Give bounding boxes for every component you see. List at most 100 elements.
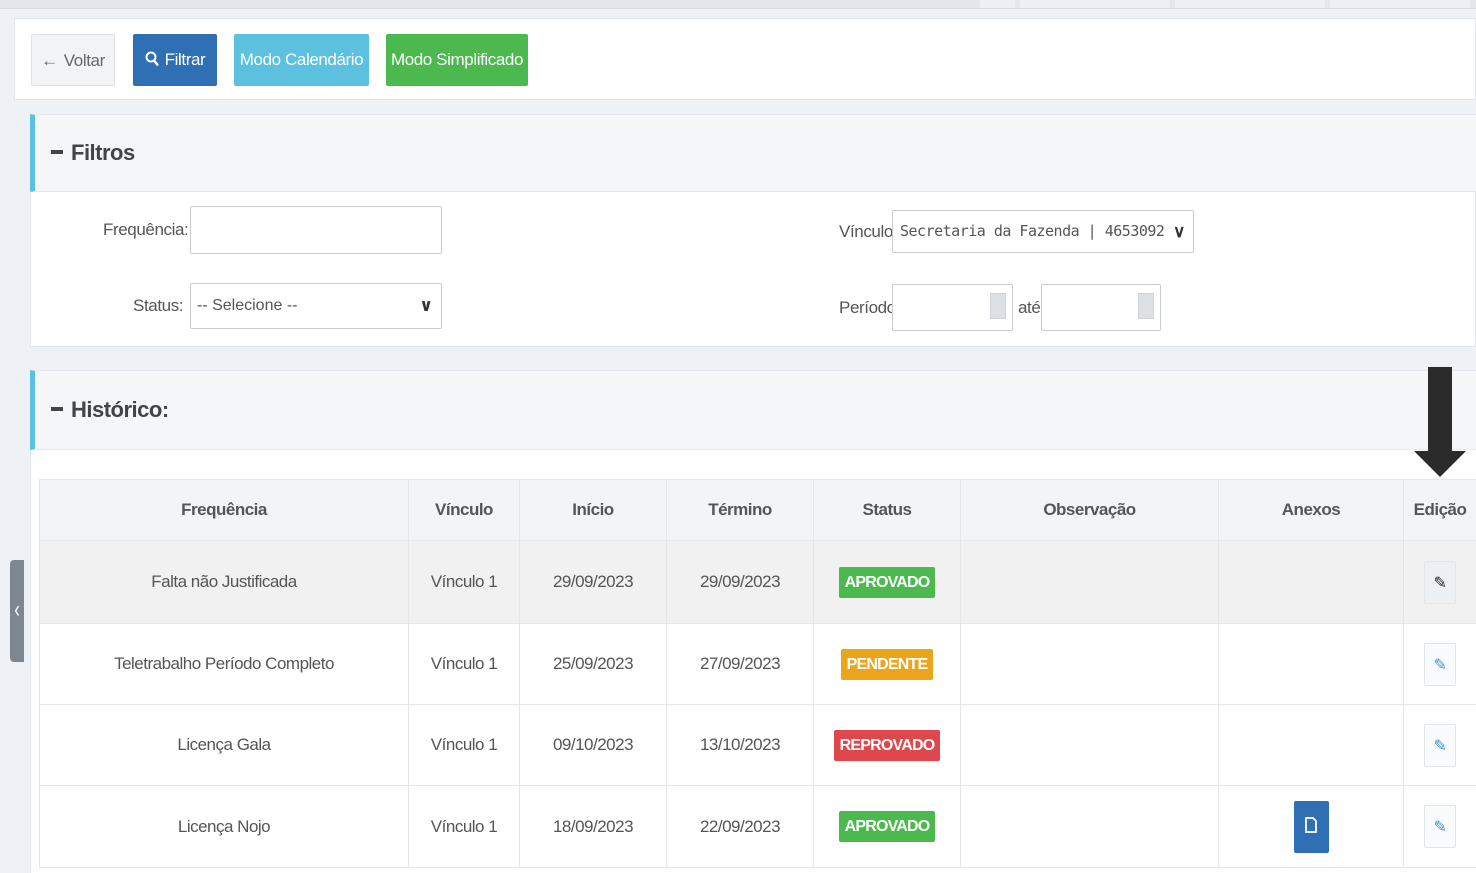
history-table: Frequência Vínculo Início Término Status… (39, 479, 1476, 868)
status-badge: APROVADO (838, 566, 936, 598)
status-label: Status: (133, 296, 184, 315)
pencil-icon: ✎ (1433, 819, 1447, 836)
chevron-down-icon: ∨ (1173, 222, 1185, 241)
inicio-cell: 25/09/2023 (519, 623, 667, 705)
filters-panel-header[interactable]: Filtros (30, 114, 1476, 192)
column-header[interactable]: Frequência (39, 479, 409, 541)
arrow-down-icon (1414, 367, 1466, 477)
status-select[interactable]: -- Selecione -- ∨ (190, 283, 442, 329)
history-panel-header[interactable]: Histórico: (30, 370, 1476, 450)
observacao-cell (960, 704, 1219, 786)
column-header[interactable]: Anexos (1218, 479, 1404, 541)
edicao-cell: ✎ (1403, 785, 1476, 868)
status-badge: PENDENTE (840, 648, 934, 680)
frequencia-cell: Teletrabalho Período Completo (39, 623, 409, 705)
table-row: Teletrabalho Período Completo Vínculo 1 … (39, 623, 1476, 705)
sidebar-toggle[interactable]: ‹ (10, 560, 24, 662)
column-header[interactable]: Edição (1403, 479, 1476, 541)
frequencia-input[interactable] (190, 206, 442, 254)
termino-cell: 29/09/2023 (666, 540, 814, 624)
frequencia-label: Frequência: (103, 220, 189, 239)
column-header[interactable]: Status (813, 479, 961, 541)
observacao-cell (960, 540, 1219, 624)
pencil-icon: ✎ (1433, 656, 1447, 674)
pencil-icon: ✎ (1433, 574, 1447, 592)
filters-title: Filtros (51, 140, 135, 166)
column-header[interactable]: Vínculo (408, 479, 520, 541)
status-cell: APROVADO (813, 785, 961, 868)
frequencia-cell: Falta não Justificada (39, 540, 409, 624)
status-cell: APROVADO (813, 540, 961, 624)
table-row: Falta não Justificada Vínculo 1 29/09/20… (39, 540, 1476, 624)
top-tab-strip (0, 0, 1476, 9)
inicio-cell: 18/09/2023 (519, 785, 667, 868)
edicao-cell: ✎ (1403, 704, 1476, 786)
minus-icon (51, 407, 63, 412)
arrow-left-icon: ← (41, 51, 58, 70)
minus-icon (51, 150, 63, 155)
search-icon (145, 34, 159, 86)
vinculo-cell: Vínculo 1 (408, 785, 520, 868)
inicio-cell: 29/09/2023 (519, 540, 667, 624)
status-cell: PENDENTE (813, 623, 961, 705)
observacao-cell (960, 785, 1219, 868)
termino-cell: 13/10/2023 (666, 704, 814, 786)
simplified-mode-button[interactable]: Modo Simplificado (386, 34, 528, 86)
edit-button[interactable]: ✎ (1424, 560, 1456, 604)
termino-cell: 22/09/2023 (666, 785, 814, 868)
edit-button[interactable]: ✎ (1424, 805, 1456, 848)
frequencia-cell: Licença Nojo (39, 785, 409, 868)
vinculo-select-value: Secretaria da Fazenda | 4653092 (900, 222, 1165, 240)
anexos-cell (1218, 623, 1404, 705)
file-icon (1305, 816, 1317, 833)
calendar-mode-button[interactable]: Modo Calendário (234, 34, 369, 86)
attachment-button[interactable] (1293, 800, 1329, 853)
back-button[interactable]: ← Voltar (31, 34, 115, 86)
chevron-left-icon: ‹ (14, 597, 20, 624)
periodo-label: Período (839, 298, 896, 317)
calendar-icon[interactable] (990, 293, 1006, 319)
periodo-start-input[interactable] (892, 284, 1013, 331)
status-badge: REPROVADO (833, 729, 941, 761)
edit-button[interactable]: ✎ (1424, 642, 1456, 686)
calendar-mode-label: Modo Calendário (239, 50, 364, 69)
periodo-end-input[interactable] (1041, 284, 1161, 331)
termino-cell: 27/09/2023 (666, 623, 814, 705)
column-header[interactable]: Observação (960, 479, 1219, 541)
edicao-cell: ✎ (1403, 623, 1476, 705)
table-header-row: Frequência Vínculo Início Término Status… (39, 479, 1476, 541)
filter-button-label: Filtrar (164, 50, 206, 69)
status-badge: APROVADO (838, 811, 936, 842)
anexos-cell (1218, 540, 1404, 624)
filters-panel-body: Frequência: Status: -- Selecione -- ∨ Ví… (30, 192, 1476, 347)
history-title-text: Histórico: (71, 397, 169, 422)
inicio-cell: 09/10/2023 (519, 704, 667, 786)
vinculo-label: Vínculo: (839, 222, 898, 241)
pencil-icon: ✎ (1433, 737, 1447, 755)
filter-button[interactable]: Filtrar (133, 34, 217, 86)
edicao-cell: ✎ (1403, 540, 1476, 624)
calendar-icon[interactable] (1138, 293, 1154, 319)
action-toolbar: ← Voltar Filtrar Modo Calendário Modo Sim… (14, 18, 1476, 100)
vinculo-cell: Vínculo 1 (408, 540, 520, 624)
back-button-label: Voltar (63, 51, 105, 70)
anexos-cell (1218, 785, 1404, 868)
history-title: Histórico: (51, 397, 169, 423)
simplified-mode-label: Modo Simplificado (390, 50, 524, 69)
status-cell: REPROVADO (813, 704, 961, 786)
filters-title-text: Filtros (71, 140, 135, 165)
table-row: Licença Gala Vínculo 1 09/10/2023 13/10/… (39, 704, 1476, 786)
periodo-ate-label: até (1018, 298, 1041, 317)
column-header[interactable]: Início (519, 479, 667, 541)
chevron-down-icon: ∨ (419, 296, 433, 315)
vinculo-cell: Vínculo 1 (408, 623, 520, 705)
observacao-cell (960, 623, 1219, 705)
status-select-value: -- Selecione -- (197, 297, 298, 314)
table-row: Licença Nojo Vínculo 1 18/09/2023 22/09/… (39, 785, 1476, 868)
edit-button[interactable]: ✎ (1424, 723, 1456, 767)
frequencia-cell: Licença Gala (39, 704, 409, 786)
vinculo-select[interactable]: Secretaria da Fazenda | 4653092 ∨ (892, 210, 1194, 253)
anexos-cell (1218, 704, 1404, 786)
column-header[interactable]: Término (666, 479, 814, 541)
vinculo-cell: Vínculo 1 (408, 704, 520, 786)
